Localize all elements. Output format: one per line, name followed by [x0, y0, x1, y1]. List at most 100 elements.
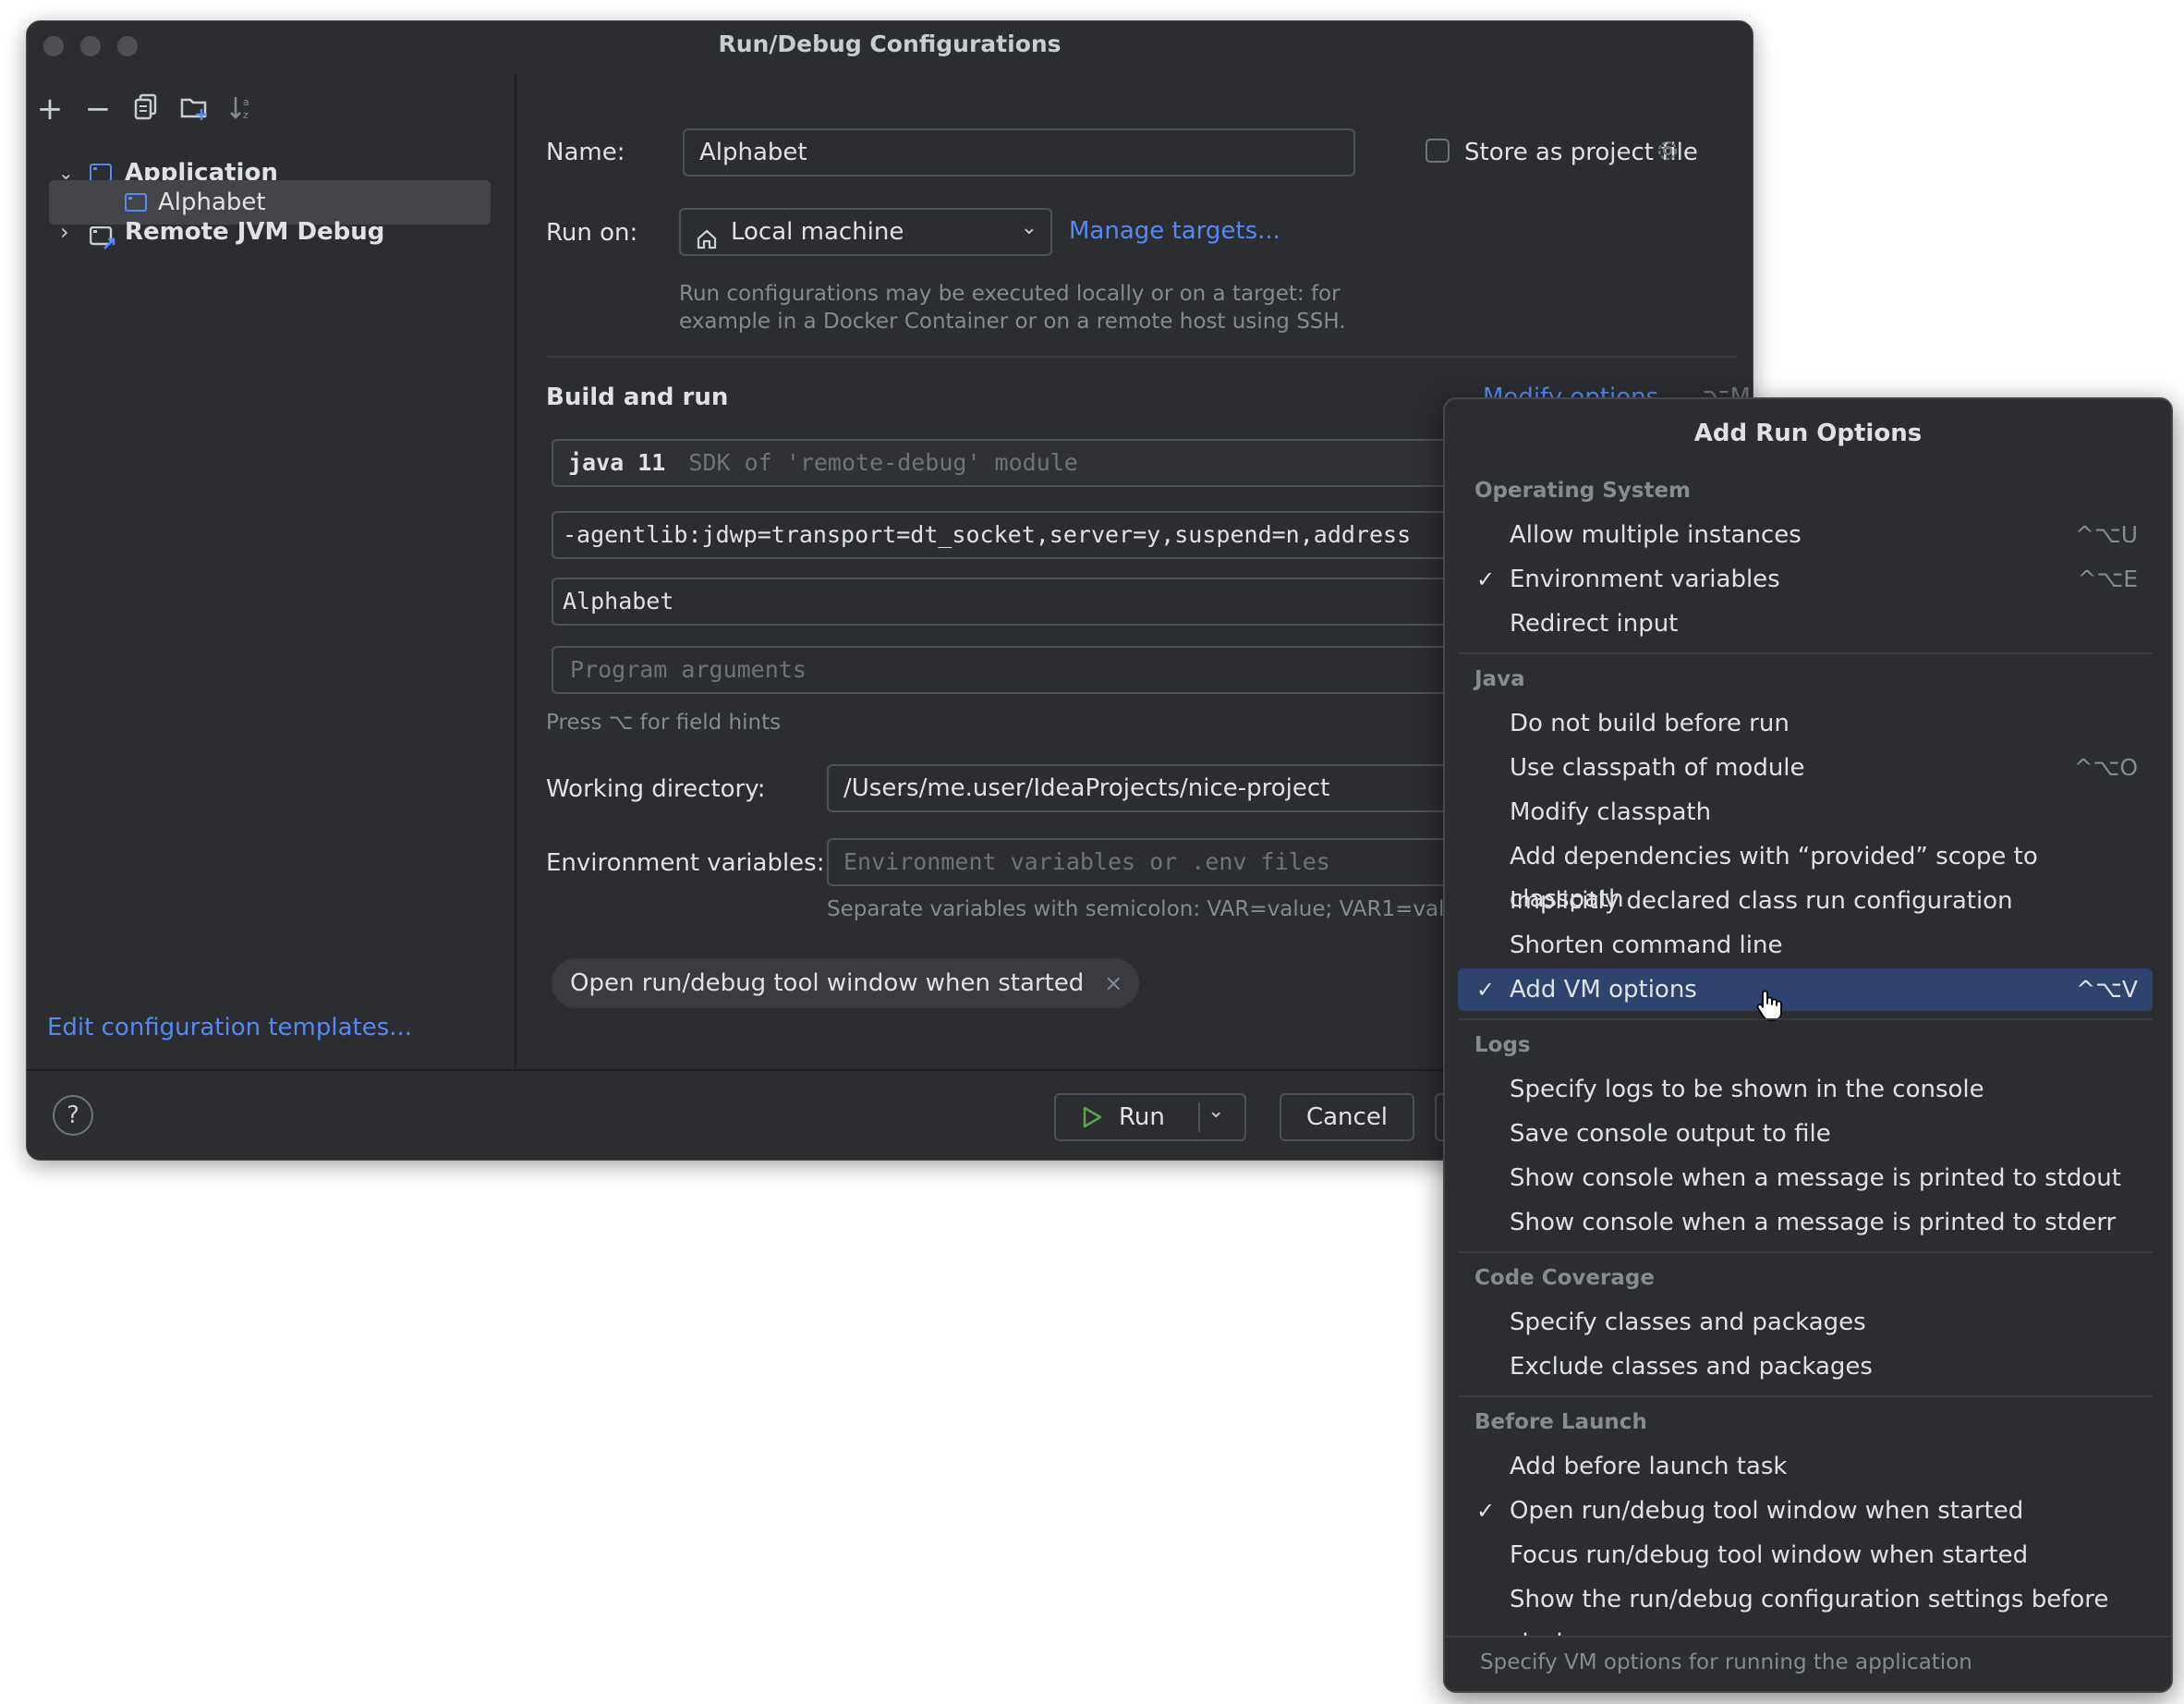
window-title: Run/Debug Configurations — [27, 30, 1753, 57]
run-button[interactable]: Run — [1056, 1095, 1198, 1139]
home-icon — [696, 221, 718, 256]
new-folder-icon[interactable] — [178, 93, 210, 125]
option-shortcut: ^⌥V — [2076, 968, 2138, 1011]
cancel-button[interactable]: Cancel — [1280, 1093, 1414, 1141]
option-show-console-stdout[interactable]: Show console when a message is printed t… — [1458, 1157, 2153, 1199]
option-shorten-command-line[interactable]: Shorten command line — [1458, 924, 2153, 967]
build-and-run-heading: Build and run — [546, 383, 728, 411]
option-specify-classes-packages[interactable]: Specify classes and packages — [1458, 1301, 2153, 1344]
sort-icon[interactable]: az — [226, 93, 258, 125]
option-label: Save console output to file — [1510, 1113, 1831, 1155]
run-on-hint-line-1: Run configurations may be executed local… — [679, 280, 1341, 308]
working-directory-label: Working directory: — [546, 775, 766, 803]
add-icon[interactable]: + — [34, 93, 66, 125]
option-label: Use classpath of module — [1510, 747, 1805, 789]
option-add-before-launch-task[interactable]: Add before launch task — [1458, 1445, 2153, 1488]
option-label: Add before launch task — [1510, 1445, 1787, 1488]
run-on-dropdown[interactable]: Local machine ⌄ — [679, 208, 1052, 256]
environment-variables-label: Environment variables: — [546, 849, 824, 877]
option-save-console-output[interactable]: Save console output to file — [1458, 1113, 2153, 1155]
application-config-icon — [125, 193, 147, 212]
copy-icon[interactable] — [130, 93, 162, 125]
checkmark-icon: ✓ — [1476, 968, 1495, 1011]
option-label: Allow multiple instances — [1510, 514, 1802, 556]
option-environment-variables[interactable]: ✓ Environment variables ^⌥E — [1458, 558, 2153, 601]
chevron-right-icon[interactable]: › — [60, 210, 69, 254]
chevron-down-icon: ⌄ — [1021, 208, 1037, 250]
run-split-button: Run ⌄ — [1054, 1093, 1246, 1141]
divider — [1458, 1018, 2153, 1020]
option-do-not-build-before-run[interactable]: Do not build before run — [1458, 702, 2153, 745]
chevron-down-icon[interactable]: ⌄ — [1207, 1089, 1224, 1134]
section-header-java: Java — [1474, 667, 1525, 691]
option-label: Implicitly declared class run configurat… — [1510, 880, 2013, 922]
divider — [1458, 1395, 2153, 1397]
divider — [1458, 1251, 2153, 1253]
gear-icon[interactable] — [1655, 138, 1680, 167]
option-modify-classpath[interactable]: Modify classpath — [1458, 791, 2153, 834]
option-label: Modify classpath — [1510, 791, 1711, 834]
store-as-project-file-checkbox[interactable] — [1426, 139, 1450, 163]
section-header-operating-system: Operating System — [1474, 479, 1691, 503]
option-allow-multiple-instances[interactable]: Allow multiple instances ^⌥U — [1458, 514, 2153, 556]
field-hints-text: Press ⌥ for field hints — [546, 709, 781, 736]
title-bar: Run/Debug Configurations — [27, 21, 1753, 67]
option-label: Open run/debug tool window when started — [1510, 1490, 2023, 1532]
name-field[interactable]: Alphabet — [683, 128, 1355, 176]
option-label: Show console when a message is printed t… — [1510, 1201, 2116, 1244]
option-label: Specify logs to be shown in the console — [1510, 1068, 1984, 1111]
hand-cursor-icon — [1755, 989, 1783, 1022]
option-label: Redirect input — [1510, 602, 1678, 645]
application-config-icon — [90, 164, 112, 182]
option-open-run-debug-tool-window[interactable]: ✓ Open run/debug tool window when starte… — [1458, 1490, 2153, 1532]
option-shortcut: ^⌥O — [2074, 747, 2138, 789]
option-shortcut: ^⌥E — [2077, 558, 2138, 601]
option-label: Specify classes and packages — [1510, 1301, 1866, 1344]
popup-footer: Specify VM options for running the appli… — [1445, 1636, 2171, 1691]
popup-footer-hint: Specify VM options for running the appli… — [1480, 1650, 1972, 1674]
remove-icon[interactable]: − — [82, 93, 114, 125]
tree-group-label: Remote JVM Debug — [125, 210, 384, 254]
popup-title: Add Run Options — [1445, 420, 2171, 447]
option-chip-label: Open run/debug tool window when started — [570, 969, 1084, 997]
option-label: Show console when a message is printed t… — [1510, 1157, 2121, 1199]
run-label: Run — [1119, 1095, 1165, 1139]
help-button[interactable]: ? — [53, 1095, 93, 1136]
configurations-tree-pane: + − az ⌄ Application Alphabet › Remote J… — [27, 73, 516, 1067]
option-specify-logs[interactable]: Specify logs to be shown in the console — [1458, 1068, 2153, 1111]
svg-text:z: z — [243, 109, 249, 121]
option-implicitly-declared-class[interactable]: Implicitly declared class run configurat… — [1458, 880, 2153, 922]
edit-configuration-templates-link[interactable]: Edit configuration templates... — [47, 1014, 412, 1041]
option-label: Focus run/debug tool window when started — [1510, 1534, 2028, 1576]
add-run-options-popup: Add Run Options Operating System Allow m… — [1443, 397, 2173, 1693]
close-icon[interactable]: × — [1104, 958, 1122, 1008]
option-label: Environment variables — [1510, 558, 1780, 601]
option-exclude-classes-packages[interactable]: Exclude classes and packages — [1458, 1345, 2153, 1388]
name-label: Name: — [546, 139, 625, 166]
option-show-settings-before-start[interactable]: Show the run/debug configuration setting… — [1458, 1578, 2153, 1621]
svg-text:a: a — [243, 96, 249, 108]
divider — [546, 356, 1738, 358]
run-on-hint-line-2: example in a Docker Container or on a re… — [679, 308, 1346, 335]
option-show-console-stderr[interactable]: Show console when a message is printed t… — [1458, 1201, 2153, 1244]
checkmark-icon: ✓ — [1476, 558, 1495, 601]
section-header-code-coverage: Code Coverage — [1474, 1266, 1655, 1290]
jdk-version: java 11 — [568, 449, 665, 476]
option-redirect-input[interactable]: Redirect input — [1458, 602, 2153, 645]
tree-group-remote-jvm-debug[interactable]: › Remote JVM Debug — [49, 210, 511, 254]
section-header-logs: Logs — [1474, 1033, 1531, 1057]
manage-targets-link[interactable]: Manage targets... — [1069, 217, 1280, 245]
environment-variables-hint: Separate variables with semicolon: VAR=v… — [827, 895, 1471, 923]
option-focus-run-debug-tool-window[interactable]: Focus run/debug tool window when started — [1458, 1534, 2153, 1576]
remote-debug-icon — [90, 221, 117, 265]
checkmark-icon: ✓ — [1476, 1490, 1495, 1532]
option-shortcut: ^⌥U — [2075, 514, 2138, 556]
run-on-value: Local machine — [731, 210, 904, 254]
split-divider — [1198, 1102, 1200, 1132]
option-label: Exclude classes and packages — [1510, 1345, 1873, 1388]
option-add-vm-options[interactable]: ✓ Add VM options ^⌥V — [1458, 968, 2153, 1011]
jdk-hint: SDK of 'remote-debug' module — [688, 449, 1077, 476]
option-use-classpath-of-module[interactable]: Use classpath of module ^⌥O — [1458, 747, 2153, 789]
option-add-dependencies-provided-scope[interactable]: Add dependencies with “provided” scope t… — [1458, 835, 2153, 878]
run-on-label: Run on: — [546, 219, 637, 247]
